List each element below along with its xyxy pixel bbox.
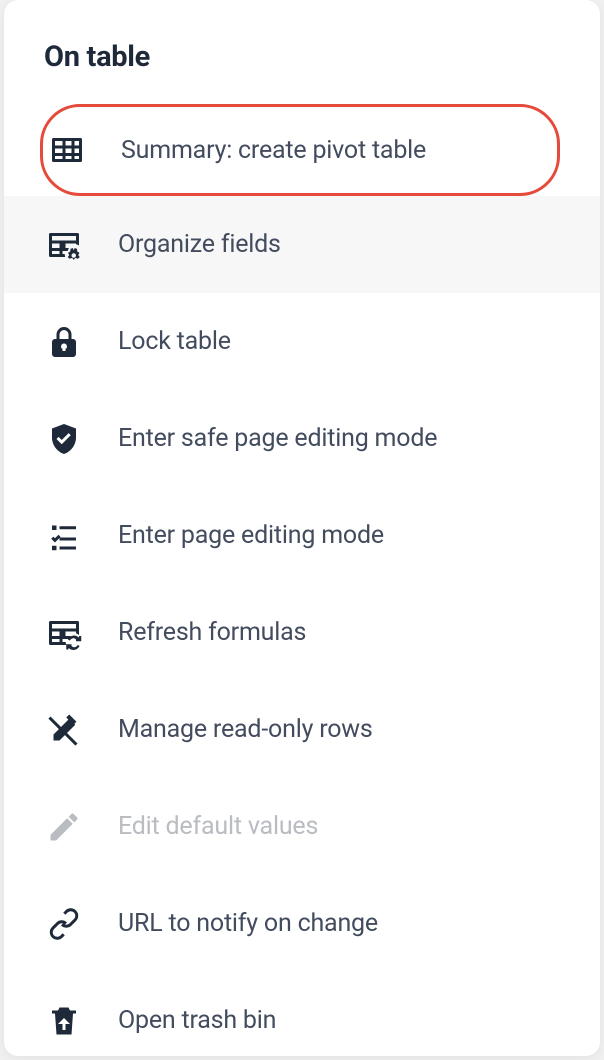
menu-label: Organize fields — [118, 230, 281, 259]
pencil-icon — [44, 807, 84, 847]
menu-item-refresh[interactable]: Refresh formulas — [4, 584, 600, 681]
menu-item-page-edit[interactable]: Enter page editing mode — [4, 487, 600, 584]
menu-item-defaults: Edit default values — [4, 778, 600, 875]
panel-title: On table — [44, 40, 600, 74]
menu-item-summary[interactable]: Summary: create pivot table — [40, 104, 560, 196]
menu-label: Refresh formulas — [118, 618, 306, 647]
menu-item-lock[interactable]: Lock table — [4, 293, 600, 390]
menu-item-trash[interactable]: Open trash bin — [4, 972, 600, 1056]
menu-item-readonly[interactable]: Manage read-only rows — [4, 681, 600, 778]
link-icon — [44, 904, 84, 944]
menu-label: Summary: create pivot table — [121, 136, 426, 165]
pencil-slash-icon — [44, 710, 84, 750]
table-grid-icon — [47, 130, 87, 170]
on-table-panel: On table Summary: create pivot table Org… — [4, 0, 600, 1056]
menu-label: Enter page editing mode — [118, 521, 384, 550]
lock-icon — [44, 322, 84, 362]
table-refresh-icon — [44, 613, 84, 653]
menu-label: Edit default values — [118, 812, 318, 841]
menu-label: Enter safe page editing mode — [118, 424, 437, 453]
shield-check-icon — [44, 419, 84, 459]
menu-item-organize[interactable]: Organize fields — [4, 196, 600, 293]
menu-label: Lock table — [118, 327, 231, 356]
menu-label: Open trash bin — [118, 1006, 276, 1035]
menu-item-notify[interactable]: URL to notify on change — [4, 875, 600, 972]
checklist-icon — [44, 516, 84, 556]
trash-restore-icon — [44, 1001, 84, 1041]
menu-label: Manage read-only rows — [118, 715, 373, 744]
menu-list: Summary: create pivot table Organize fie… — [4, 104, 600, 1056]
table-gear-icon — [44, 225, 84, 265]
menu-item-safe-edit[interactable]: Enter safe page editing mode — [4, 390, 600, 487]
menu-label: URL to notify on change — [118, 909, 378, 938]
